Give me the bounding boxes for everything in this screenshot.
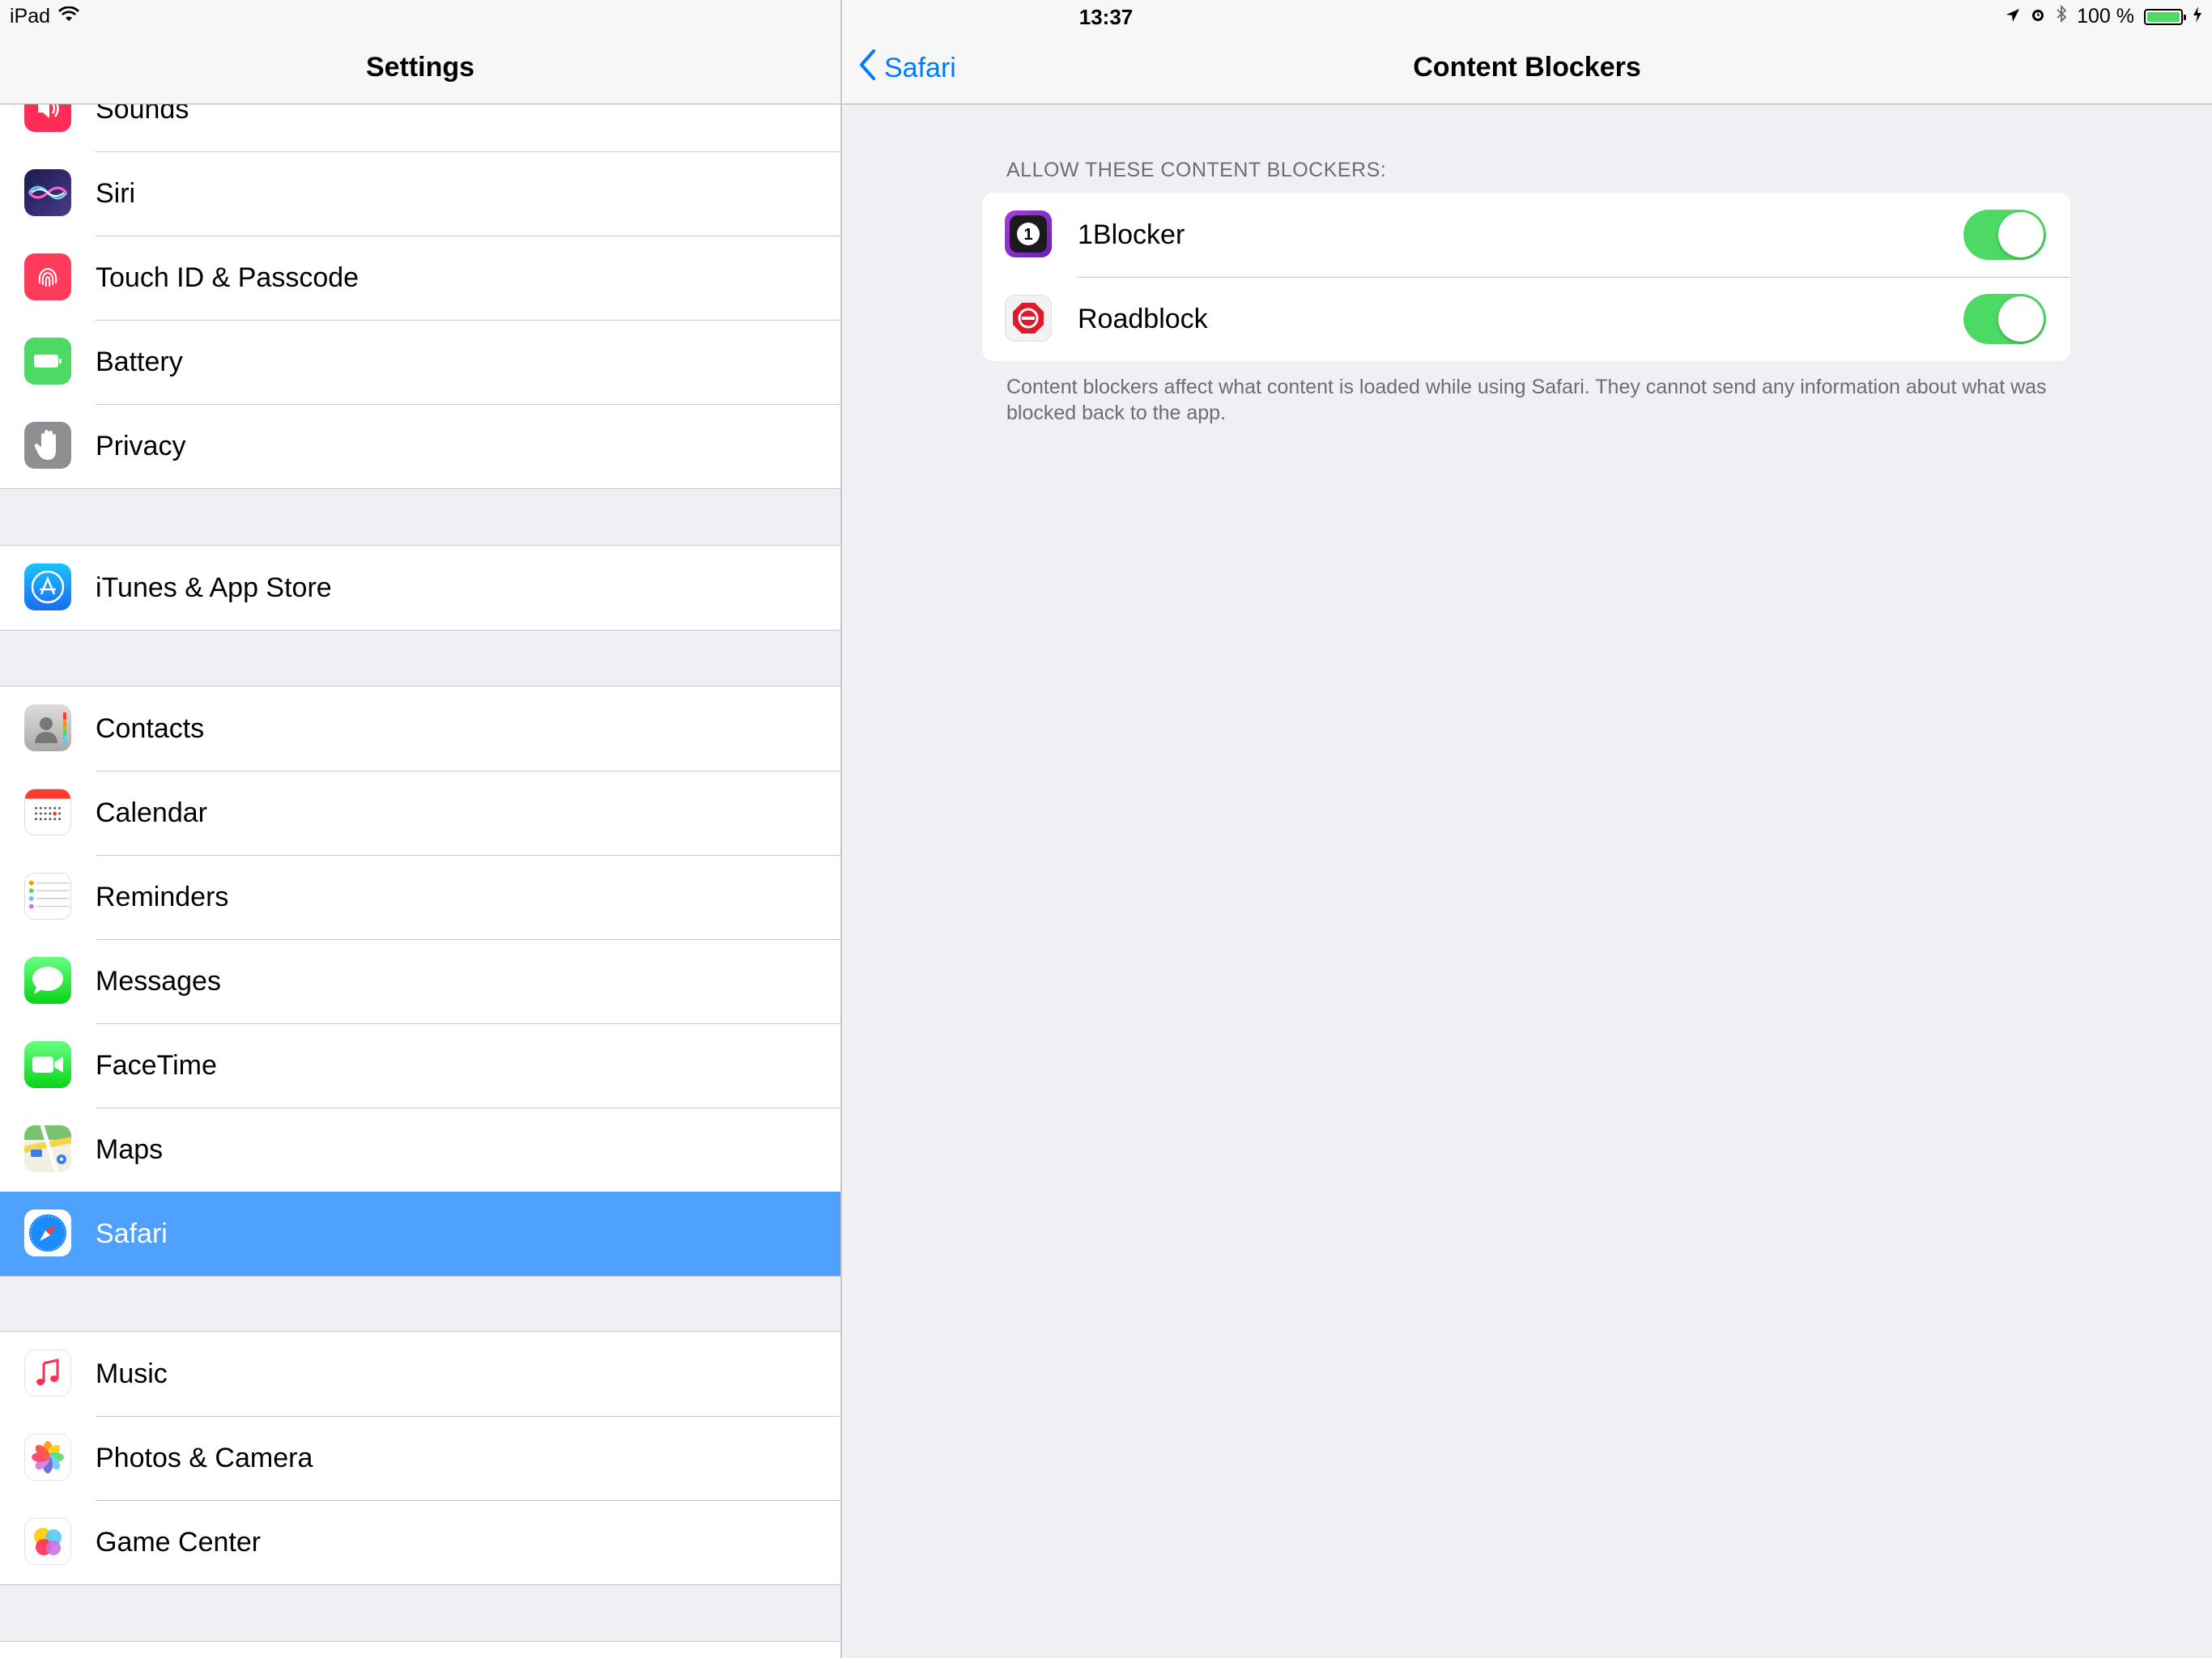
battery-percent: 100 % [2077, 5, 2134, 28]
settings-row-contacts[interactable]: Contacts [0, 687, 840, 771]
settings-row-reminders[interactable]: Reminders [0, 855, 840, 939]
settings-group-3: Contacts Calendar Reminders Messages Fac… [0, 686, 840, 1277]
settings-row-safari[interactable]: Safari [0, 1192, 840, 1276]
blocker-row-roadblock: Roadblock [982, 277, 2070, 361]
facetime-icon [24, 1041, 71, 1088]
settings-group-4: Music Photos & Camera Game Center [0, 1331, 840, 1585]
alarm-icon [2030, 5, 2046, 28]
status-right: 100 % [2006, 4, 2202, 28]
photos-icon [24, 1434, 71, 1481]
contacts-icon [24, 704, 71, 751]
calendar-icon [24, 789, 71, 835]
settings-group-5 [0, 1641, 840, 1658]
location-icon [2006, 5, 2020, 28]
charging-icon [2193, 5, 2202, 28]
settings-row-label: Calendar [96, 797, 207, 828]
status-bar: iPad 13:37 100 % [0, 0, 2212, 34]
svg-text:1: 1 [1023, 226, 1032, 244]
settings-row-label: Music [96, 1358, 168, 1389]
game-center-icon [24, 1518, 71, 1565]
privacy-hand-icon [24, 422, 71, 469]
settings-row-calendar[interactable]: Calendar [0, 771, 840, 855]
settings-row-label: Photos & Camera [96, 1443, 313, 1473]
content-blockers-list: 1 1Blocker Roadblock [982, 193, 2070, 361]
toggle-knob [1998, 212, 2044, 257]
settings-row-label: Game Center [96, 1527, 262, 1558]
settings-row-label: Battery [96, 346, 183, 377]
footer-note: Content blockers affect what content is … [1006, 376, 2047, 424]
reminders-icon [24, 873, 71, 920]
settings-group-1: Sounds Siri Touch ID & Passcode Battery … [0, 66, 840, 489]
settings-row-label: Touch ID & Passcode [96, 262, 359, 293]
status-time: 13:37 [1078, 5, 1134, 29]
blocker-row-1blocker: 1 1Blocker [982, 193, 2070, 277]
safari-icon [24, 1209, 71, 1256]
page-title: Content Blockers [1413, 52, 1641, 83]
settings-row-label: Siri [96, 178, 136, 209]
settings-row-itunes-app-store[interactable]: iTunes & App Store [0, 546, 840, 630]
settings-row-game-center[interactable]: Game Center [0, 1500, 840, 1584]
settings-row-label: Messages [96, 966, 221, 997]
settings-row-label: Reminders [96, 882, 229, 912]
master-title: Settings [365, 52, 475, 83]
1blocker-icon: 1 [1005, 210, 1052, 257]
master-pane: Settings Sounds Siri Touch ID & Passcode [0, 0, 842, 1658]
battery-icon [2144, 8, 2186, 25]
roadblock-icon [1005, 295, 1052, 342]
maps-icon [24, 1125, 71, 1172]
settings-row-music[interactable]: Music [0, 1332, 840, 1416]
settings-row-photos-camera[interactable]: Photos & Camera [0, 1416, 840, 1500]
blocker-label: 1Blocker [1078, 219, 1185, 250]
blocker-label: Roadblock [1078, 304, 1208, 334]
roadblock-toggle[interactable] [1963, 294, 2046, 344]
messages-icon [24, 957, 71, 1004]
settings-row-privacy[interactable]: Privacy [0, 404, 840, 488]
music-icon [24, 1350, 71, 1397]
settings-row-messages[interactable]: Messages [0, 939, 840, 1023]
settings-row-label: iTunes & App Store [96, 572, 332, 603]
settings-row-label: Maps [96, 1134, 164, 1165]
settings-group-2: iTunes & App Store [0, 545, 840, 631]
1blocker-toggle[interactable] [1963, 210, 2046, 260]
settings-row-maps[interactable]: Maps [0, 1107, 840, 1192]
fingerprint-icon [24, 253, 71, 300]
siri-icon [24, 169, 71, 216]
settings-row-label: Privacy [96, 431, 186, 461]
settings-row-label: FaceTime [96, 1050, 217, 1081]
bluetooth-icon [2056, 4, 2067, 28]
settings-row-siri[interactable]: Siri [0, 151, 840, 236]
battery-fill [2147, 11, 2180, 22]
section-header: ALLOW THESE CONTENT BLOCKERS: [1006, 159, 1387, 181]
settings-row-label: Contacts [96, 713, 205, 744]
settings-row-facetime[interactable]: FaceTime [0, 1023, 840, 1107]
settings-row-touch-id[interactable]: Touch ID & Passcode [0, 236, 840, 320]
settings-row-battery[interactable]: Battery [0, 320, 840, 404]
app-store-icon [24, 563, 71, 610]
toggle-knob [1998, 296, 2044, 342]
settings-row-label: Safari [96, 1218, 168, 1249]
battery-settings-icon [24, 338, 71, 385]
